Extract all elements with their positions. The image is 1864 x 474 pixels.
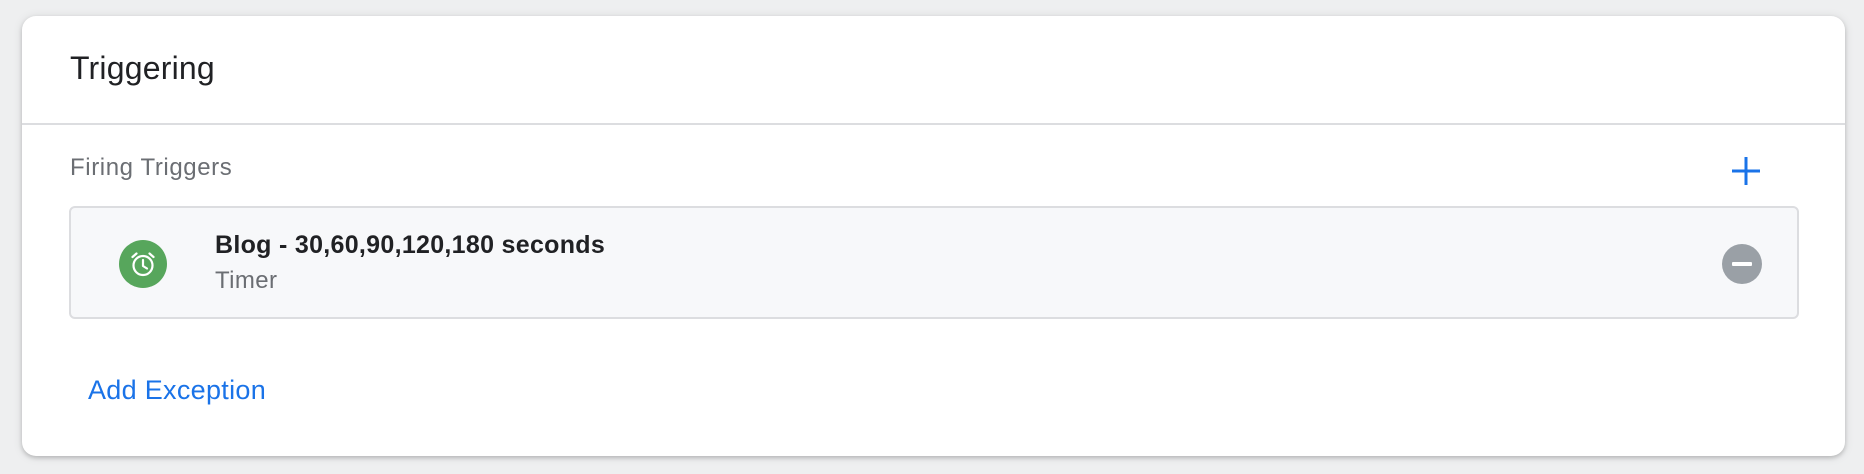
trigger-type: Timer — [215, 267, 278, 294]
firing-triggers-label: Firing Triggers — [70, 154, 233, 181]
trigger-row[interactable]: Blog - 30,60,90,120,180 seconds Timer — [69, 206, 1799, 319]
remove-circle-icon — [1732, 262, 1752, 266]
card-header: Triggering — [22, 16, 1845, 125]
timer-icon — [119, 240, 167, 288]
triggering-card: Triggering Firing Triggers Blog - 30,60,… — [22, 16, 1845, 456]
remove-trigger-button[interactable] — [1722, 244, 1762, 284]
plus-icon — [1732, 157, 1760, 185]
trigger-name: Blog - 30,60,90,120,180 seconds — [215, 231, 606, 259]
add-exception-link[interactable]: Add Exception — [88, 375, 266, 406]
add-trigger-button[interactable] — [1723, 148, 1769, 194]
card-title: Triggering — [70, 50, 215, 86]
